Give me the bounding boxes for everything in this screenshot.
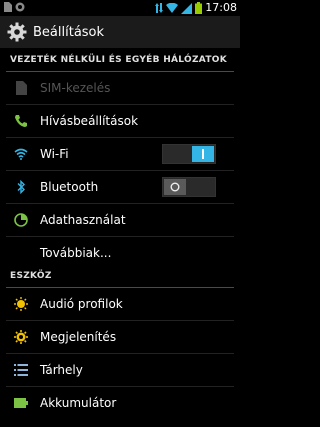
wifi-icon <box>14 147 28 161</box>
data-usage-icon <box>14 213 28 227</box>
status-bar: 17:08 <box>0 0 240 16</box>
notification-icon <box>15 2 25 12</box>
settings-item-battery[interactable]: Akkumulátor <box>0 387 240 419</box>
status-bar-right: 17:08 <box>155 1 237 15</box>
audio-profiles-icon <box>14 297 28 311</box>
data-arrows-icon <box>155 3 164 13</box>
cell-signal-icon <box>181 2 193 14</box>
wifi-toggle[interactable] <box>162 144 216 164</box>
settings-item-label: Akkumulátor <box>40 396 117 410</box>
settings-item-label: Adathasználat <box>40 213 126 227</box>
settings-item-data-usage[interactable]: Adathasználat <box>0 204 240 236</box>
settings-item-display[interactable]: Megjelenítés <box>0 321 240 353</box>
settings-item-label: Hívásbeállítások <box>40 114 139 128</box>
page-title: Beállítások <box>33 24 105 40</box>
battery-icon <box>195 2 203 14</box>
settings-item-label: SIM-kezelés <box>40 81 111 95</box>
section-header-wireless: VEZETÉK NÉLKÜLI ÉS EGYÉB HÁLÓZATOK <box>0 50 240 72</box>
gear-icon[interactable] <box>7 22 27 42</box>
sim-icon <box>14 81 28 95</box>
display-icon <box>14 330 28 344</box>
wifi-signal-icon <box>166 3 179 13</box>
battery-icon <box>14 396 28 410</box>
toggle-thumb <box>164 179 186 195</box>
settings-item-audio-profiles[interactable]: Audió profilok <box>0 288 240 320</box>
settings-item-label: Audió profilok <box>40 297 123 311</box>
settings-item-more[interactable]: Továbbiak... <box>0 237 240 269</box>
sim-icon <box>4 2 12 12</box>
section-header-label: VEZETÉK NÉLKÜLI ÉS EGYÉB HÁLÓZATOK <box>10 55 228 65</box>
settings-item-label: Tárhely <box>40 363 83 377</box>
settings-item-call-settings[interactable]: Hívásbeállítások <box>0 105 240 137</box>
settings-item-wifi[interactable]: Wi-Fi <box>0 138 240 170</box>
settings-item-bluetooth[interactable]: Bluetooth <box>0 171 240 203</box>
storage-icon <box>14 363 28 377</box>
section-header-label: ESZKÖZ <box>10 271 52 281</box>
settings-item-label: Bluetooth <box>40 180 99 194</box>
settings-item-storage[interactable]: Tárhely <box>0 354 240 386</box>
phone-icon <box>14 114 28 128</box>
settings-item-sim[interactable]: SIM-kezelés <box>0 72 240 104</box>
toggle-thumb <box>192 146 214 162</box>
settings-item-label: Megjelenítés <box>40 330 117 344</box>
section-header-device: ESZKÖZ <box>0 266 240 288</box>
bluetooth-toggle[interactable] <box>162 177 216 197</box>
status-bar-left <box>4 2 25 12</box>
action-bar: Beállítások <box>0 16 240 48</box>
settings-item-label: Wi-Fi <box>40 147 69 161</box>
bluetooth-icon <box>14 180 28 194</box>
settings-item-label: Továbbiak... <box>40 246 112 260</box>
status-time: 17:08 <box>205 1 237 14</box>
